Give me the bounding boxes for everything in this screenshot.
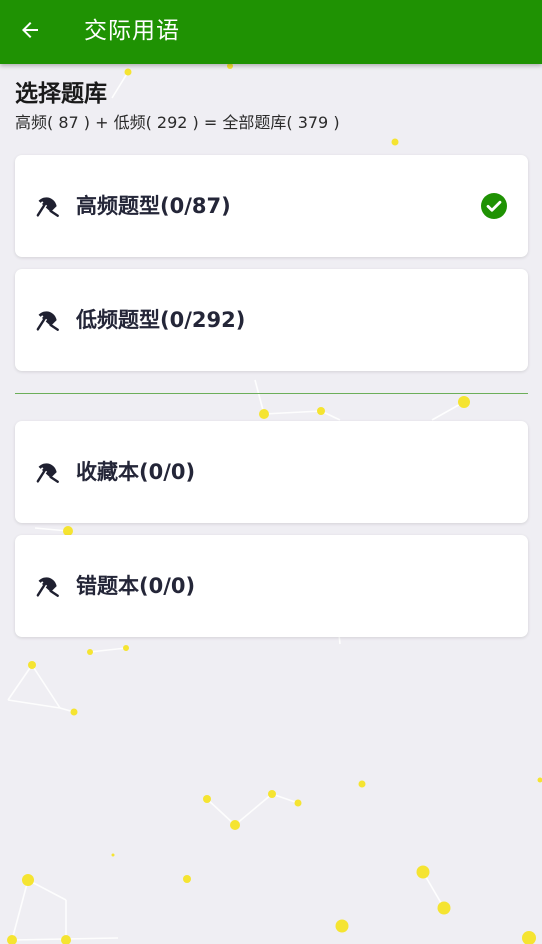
bank-summary: 高频( 87 ) + 低频( 292 ) = 全部题库( 379 ) xyxy=(15,113,340,132)
section-divider xyxy=(15,393,528,394)
bank-header: 选择题库 高频( 87 ) + 低频( 292 ) = 全部题库( 379 ) xyxy=(15,78,340,134)
card-label: 高频题型(0/87) xyxy=(76,194,231,218)
page-title: 交际用语 xyxy=(84,18,180,44)
card-favorites[interactable]: 收藏本(0/0) xyxy=(15,421,528,523)
back-button[interactable] xyxy=(8,8,52,52)
card-label: 收藏本(0/0) xyxy=(76,460,196,484)
card-wrong-answers[interactable]: 错题本(0/0) xyxy=(15,535,528,637)
umbrella-icon xyxy=(36,463,59,483)
bank-heading: 选择题库 xyxy=(15,81,107,107)
umbrella-icon xyxy=(36,197,59,217)
card-label: 错题本(0/0) xyxy=(76,574,196,598)
check-circle-icon xyxy=(481,193,507,219)
card-high-frequency[interactable]: 高频题型(0/87) xyxy=(15,155,528,257)
card-label: 低频题型(0/292) xyxy=(76,308,246,332)
arrow-left-icon xyxy=(22,22,38,38)
card-low-frequency[interactable]: 低频题型(0/292) xyxy=(15,269,528,371)
umbrella-icon xyxy=(36,311,59,331)
umbrella-icon xyxy=(36,577,59,597)
app-bar: 交际用语 xyxy=(0,0,542,64)
